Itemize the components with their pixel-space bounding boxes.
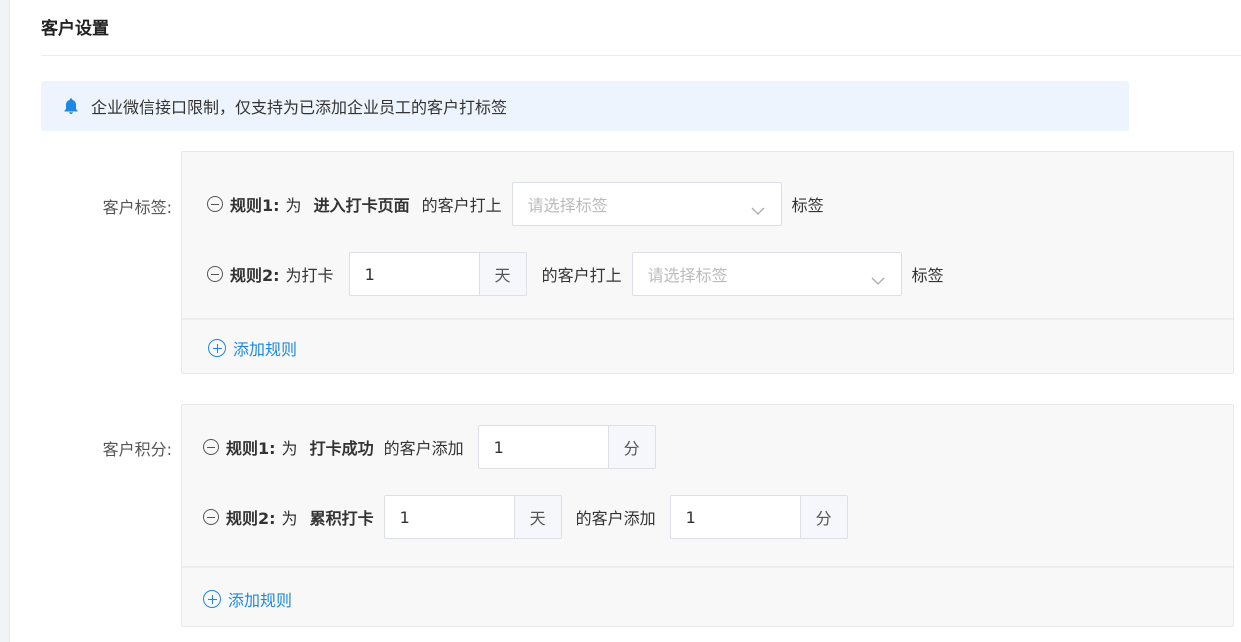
rules-divider — [182, 318, 1233, 320]
page-title: 客户设置 — [41, 19, 109, 39]
rule-middle: 的客户打上 — [421, 196, 502, 215]
tag-select-placeholder: 请选择标签 — [527, 196, 608, 215]
tag-rule-1: 规则1: 为 进入打卡页面 的客户打上 请选择标签 标签 — [207, 182, 824, 226]
add-rule-label: 添加规则 — [228, 591, 293, 610]
rule-prefix: 为 — [285, 196, 302, 215]
rule-middle: 的客户添加 — [575, 509, 656, 528]
points-unit: 分 — [607, 425, 656, 469]
days-input-group: 1 天 — [383, 495, 562, 539]
days-input[interactable]: 1 — [383, 495, 514, 539]
rule-condition: 进入打卡页面 — [313, 196, 410, 215]
remove-rule-icon[interactable] — [207, 266, 223, 282]
rule-name: 规则1: — [226, 439, 276, 458]
points-unit: 分 — [799, 495, 848, 539]
add-points-rule-button[interactable]: 添加规则 — [203, 587, 292, 611]
title-divider — [41, 55, 1241, 56]
days-unit: 天 — [478, 252, 527, 296]
add-rule-label: 添加规则 — [233, 340, 298, 359]
bell-icon — [63, 97, 79, 115]
days-unit: 天 — [513, 495, 562, 539]
rule-condition: 打卡成功 — [309, 439, 374, 458]
plus-circle-icon — [203, 590, 221, 608]
points-rule-1: 规则1: 为 打卡成功 的客户添加 1 分 — [203, 425, 656, 469]
customer-tags-label: 客户标签: — [102, 198, 172, 217]
days-input[interactable]: 1 — [348, 252, 479, 296]
tag-rule-2: 规则2: 为打卡 1 天 的客户打上 请选择标签 标签 — [207, 252, 944, 296]
rule-prefix: 为打卡 — [285, 266, 334, 285]
days-input-group: 1 天 — [348, 252, 527, 296]
points-input-group: 1 分 — [669, 495, 848, 539]
remove-rule-icon[interactable] — [203, 439, 219, 455]
tag-select-placeholder: 请选择标签 — [647, 266, 728, 285]
customer-tags-rules-box: 规则1: 为 进入打卡页面 的客户打上 请选择标签 标签 规则2: 为打卡 1 … — [181, 151, 1234, 374]
rule-name: 规则2: — [230, 266, 280, 285]
rule-name: 规则2: — [226, 509, 276, 528]
rule-suffix: 标签 — [911, 266, 944, 285]
rule-name: 规则1: — [230, 196, 280, 215]
tag-select[interactable]: 请选择标签 — [511, 182, 782, 226]
rule-prefix: 为 — [281, 509, 298, 528]
chevron-down-icon — [871, 270, 885, 285]
rule-middle: 的客户打上 — [541, 266, 622, 285]
plus-circle-icon — [208, 339, 226, 357]
points-input[interactable]: 1 — [669, 495, 800, 539]
left-rail — [0, 0, 10, 642]
notice-text: 企业微信接口限制，仅支持为已添加企业员工的客户打标签 — [91, 98, 508, 117]
tag-select[interactable]: 请选择标签 — [631, 252, 902, 296]
add-tag-rule-button[interactable]: 添加规则 — [208, 336, 297, 360]
points-input[interactable]: 1 — [477, 425, 608, 469]
points-input-group: 1 分 — [477, 425, 656, 469]
rules-divider — [182, 566, 1233, 568]
rule-suffix: 标签 — [791, 196, 824, 215]
chevron-down-icon — [751, 200, 765, 215]
rule-prefix: 为 — [281, 439, 298, 458]
rule-condition: 累积打卡 — [309, 509, 374, 528]
remove-rule-icon[interactable] — [207, 196, 223, 212]
customer-points-label: 客户积分: — [102, 440, 172, 459]
remove-rule-icon[interactable] — [203, 509, 219, 525]
notice-banner: 企业微信接口限制，仅支持为已添加企业员工的客户打标签 — [41, 81, 1129, 131]
rule-middle: 的客户添加 — [383, 439, 464, 458]
points-rule-2: 规则2: 为 累积打卡 1 天 的客户添加 1 分 — [203, 495, 848, 539]
customer-points-rules-box: 规则1: 为 打卡成功 的客户添加 1 分 规则2: 为 累积打卡 1 天 的客… — [181, 404, 1234, 627]
